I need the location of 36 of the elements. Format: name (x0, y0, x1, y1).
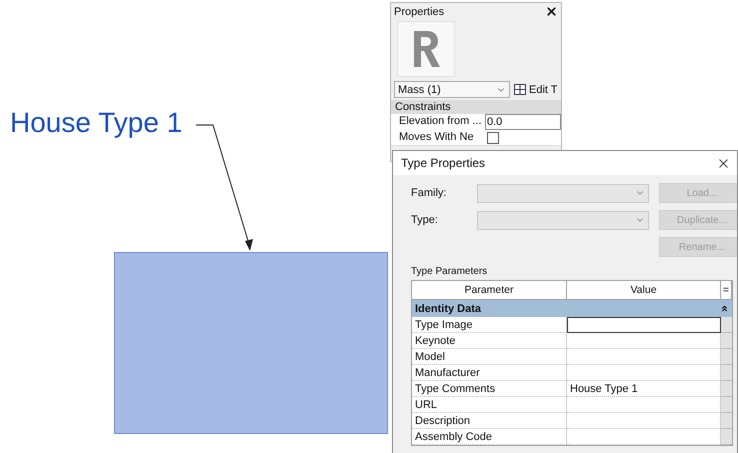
collapse-icon[interactable] (720, 304, 729, 313)
row-button[interactable] (721, 413, 732, 429)
column-header[interactable]: = (721, 281, 732, 300)
row-button[interactable] (721, 397, 732, 413)
grid-icon (514, 84, 526, 95)
property-label: Moves With Ne (391, 130, 485, 145)
value-cell[interactable] (567, 317, 721, 333)
row-button[interactable] (721, 381, 732, 397)
row-button[interactable] (721, 333, 732, 349)
section-title: Type Parameters (411, 266, 488, 277)
row-button[interactable] (721, 349, 732, 365)
table-cell: Model (412, 349, 567, 365)
table-cell: Assembly Code (412, 429, 567, 445)
table-cell: Manufacturer (412, 365, 567, 381)
logo-icon (397, 21, 455, 77)
row-button[interactable] (721, 365, 732, 381)
field-label: Type: (411, 214, 439, 226)
column-header[interactable]: Value (567, 281, 721, 300)
table-cell: Keynote (412, 333, 567, 349)
property-value-field[interactable]: 0.0 (485, 114, 561, 130)
panel-title: Properties (394, 6, 444, 18)
group-row[interactable]: Identity Data (412, 300, 732, 317)
close-icon[interactable] (545, 5, 558, 18)
column-header[interactable]: Parameter (412, 281, 567, 300)
group-header: Constraints (391, 100, 561, 114)
property-label: Elevation from ... (391, 114, 485, 130)
type-selector[interactable]: Mass (1) (394, 81, 510, 98)
row-button[interactable] (721, 429, 732, 445)
table-cell: URL (412, 397, 567, 413)
table-cell: Description (412, 413, 567, 429)
checkbox[interactable] (487, 132, 499, 144)
tag-label: House Type 1 (10, 106, 182, 140)
edit-type-button[interactable]: Edit T (514, 84, 558, 96)
table-cell: Type Comments (412, 381, 567, 397)
field-label: Family: (411, 187, 448, 199)
dialog-title: Type Properties (401, 156, 486, 170)
